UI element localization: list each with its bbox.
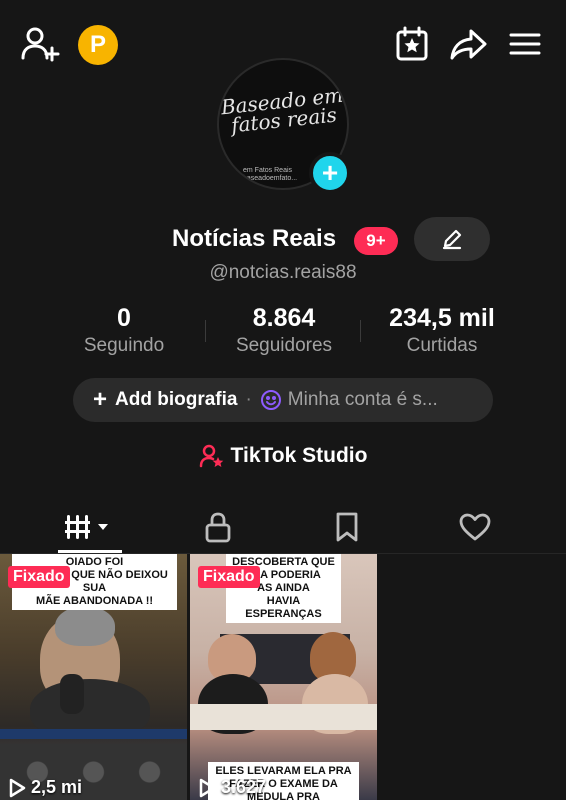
tab-saved[interactable] (327, 502, 367, 552)
add-friend-icon[interactable] (18, 24, 62, 64)
tiktok-studio-label: TikTok Studio (230, 444, 368, 467)
video-thumbnail[interactable]: OIADO FOI O ÚNICO QUE NÃO DEIXOU SUA MÃE… (0, 554, 187, 800)
share-icon[interactable] (446, 24, 490, 64)
thumbnail-table (190, 704, 377, 730)
avatar-logo-text: Baseado em fatos reais (219, 82, 345, 138)
bio-separator: · (245, 389, 252, 410)
video-grid-icon (65, 515, 108, 539)
following-count: 0 (117, 304, 131, 332)
tab-liked[interactable] (455, 502, 495, 552)
smile-icon (260, 390, 281, 410)
calendar-star-icon[interactable] (390, 24, 434, 64)
pencil-icon (442, 229, 462, 250)
thumbnail-hair (55, 606, 115, 646)
username: @notcias.reais88 (209, 262, 357, 283)
plus-icon: + (93, 386, 108, 413)
profile-tabs (0, 502, 566, 554)
followers-count: 8.864 (252, 304, 316, 332)
pinned-badge: Fixado (8, 566, 70, 588)
likes-count: 234,5 mil (389, 304, 495, 332)
coin-letter: P (89, 31, 106, 58)
stat-divider (205, 320, 206, 342)
stat-divider (360, 320, 361, 342)
bio-pill[interactable]: + Add biografia · Minha conta é s... (73, 378, 493, 422)
add-story-button[interactable]: + (309, 152, 351, 194)
video-grid: OIADO FOI O ÚNICO QUE NÃO DEIXOU SUA MÃE… (0, 554, 566, 800)
play-icon (199, 778, 216, 797)
views-count: 3.627 (221, 777, 267, 797)
video-views: 3.627 (198, 777, 266, 798)
following-label: Seguindo (83, 335, 165, 356)
thumbnail-banner (0, 729, 187, 739)
microphone-icon (60, 674, 84, 714)
video-thumbnail[interactable]: DESCOBERTA QUE ELA PODERIA AS AINDA HAVI… (190, 554, 377, 800)
lock-icon (205, 512, 231, 543)
stat-followers[interactable]: 8.864 Seguidores (222, 304, 346, 357)
likes-label: Curtidas (406, 335, 478, 356)
menu-icon[interactable] (503, 24, 547, 64)
tab-private[interactable] (198, 502, 238, 552)
followers-label: Seguidores (235, 335, 333, 356)
views-count: 2,5 mi (31, 777, 83, 797)
notification-badge[interactable]: 9+ (354, 227, 398, 255)
creator-star-icon (199, 444, 223, 468)
pinned-badge: Fixado (198, 566, 260, 588)
play-icon (9, 778, 26, 797)
tab-videos[interactable] (58, 502, 122, 553)
stat-following[interactable]: 0 Seguindo (74, 304, 174, 357)
bookmark-icon (336, 512, 358, 542)
stat-likes[interactable]: 234,5 mil Curtidas (374, 304, 510, 357)
account-type-text: Minha conta é s... (287, 389, 438, 410)
heart-icon (459, 513, 491, 541)
coins-icon[interactable]: P (78, 25, 118, 65)
tiktok-studio-link[interactable]: TikTok Studio (0, 443, 566, 469)
video-top-caption: DESCOBERTA QUE ELA PODERIA AS AINDA HAVI… (226, 554, 341, 623)
display-name: Notícias Reais (172, 225, 337, 252)
edit-profile-button[interactable] (414, 217, 490, 261)
profile-stats: 0 Seguindo 8.864 Seguidores 234,5 mil Cu… (0, 304, 566, 360)
video-views: 2,5 mi (8, 777, 82, 798)
add-bio-label: Add biografia (115, 389, 238, 410)
name-row: Notícias Reais 9+ (0, 217, 566, 261)
